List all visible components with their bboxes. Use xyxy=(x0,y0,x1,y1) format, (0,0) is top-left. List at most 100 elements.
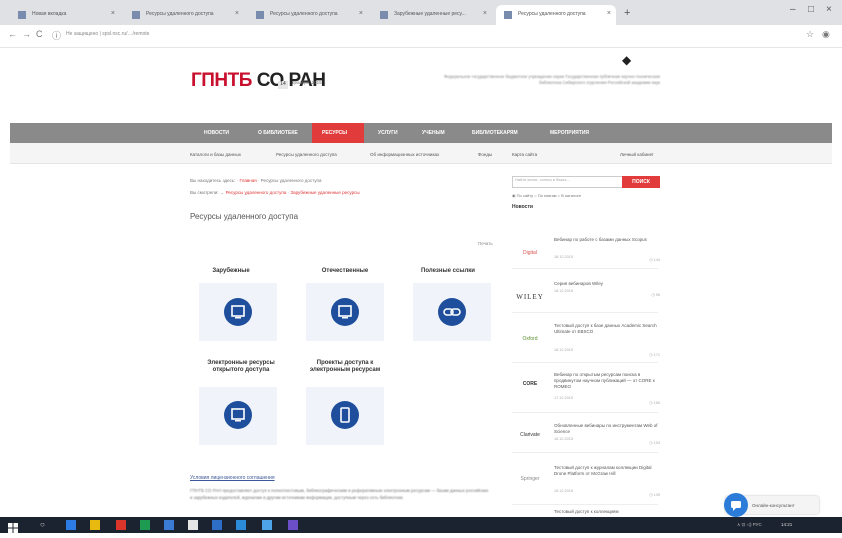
browser-tab-label: Новая вкладка xyxy=(32,11,67,17)
date-day: 14 xyxy=(278,81,288,89)
news-title[interactable]: Серия вебинаров Wiley xyxy=(554,281,662,287)
forward-button[interactable]: → xyxy=(22,29,31,39)
app-icon[interactable] xyxy=(212,520,222,530)
tile-label-domestic[interactable]: Отечественные xyxy=(300,268,390,275)
divider xyxy=(512,412,658,413)
windows-start-icon[interactable] xyxy=(8,520,18,533)
search-icon[interactable]: ○ xyxy=(40,520,50,530)
close-tab-icon[interactable]: × xyxy=(111,10,115,17)
search-button[interactable]: ПОИСК xyxy=(622,176,660,188)
news-heading: Новости xyxy=(512,204,533,210)
app-icon[interactable] xyxy=(288,520,298,530)
system-tray[interactable]: ∧ ⊡ ◁) РУС xyxy=(737,522,762,528)
news-title[interactable]: Тестовый доступ к журналам коллекции Dig… xyxy=(554,465,662,477)
browser-tab-active[interactable]: Ресурсы удаленного доступа × xyxy=(496,5,616,25)
close-tab-icon[interactable]: × xyxy=(483,10,487,17)
maximize-window-button[interactable]: □ xyxy=(808,4,814,15)
search-input[interactable]: Найти книги, статьи в базах... xyxy=(512,176,623,188)
app-icon[interactable] xyxy=(262,520,272,530)
star-icon[interactable]: ☆ xyxy=(806,29,814,40)
reload-button[interactable]: C xyxy=(36,29,43,39)
description-text: ГПНТБ СО РАН предоставляет доступ к полн… xyxy=(190,488,489,500)
app-icon[interactable] xyxy=(116,520,126,530)
menu-item-events[interactable]: МЕРОПРИЯТИЯ xyxy=(550,130,589,136)
menu-item-services[interactable]: УСЛУГИ xyxy=(378,130,398,136)
windows-taskbar xyxy=(0,517,842,533)
monitor-icon[interactable] xyxy=(224,298,252,326)
submenu-item[interactable]: Об информационных источниках xyxy=(370,152,439,157)
minimize-window-button[interactable]: – xyxy=(790,4,796,15)
news-date: 17.12.2015 xyxy=(554,396,574,400)
browser-tab[interactable]: Ресурсы удаленного доступа × xyxy=(124,5,244,25)
breadcrumb-label: Вы находитесь здесь: xyxy=(190,178,236,183)
menu-item-librarians[interactable]: БИБЛИОТЕКАРЯМ xyxy=(472,130,518,136)
news-views: ◷ 96 xyxy=(651,293,660,297)
news-title[interactable]: Вебинар по работе с базами данных Scopus xyxy=(554,237,662,243)
news-title[interactable]: Обновленные вебинары по инструментам Web… xyxy=(554,423,662,435)
main-menu xyxy=(10,123,832,143)
history-link[interactable]: Ресурсы удаленного доступа xyxy=(226,190,287,195)
back-button[interactable]: ← xyxy=(8,29,17,39)
submenu-item[interactable]: Карта сайта xyxy=(512,152,537,157)
news-title[interactable]: Тестовый доступ к базе данных Academic S… xyxy=(554,323,662,335)
close-tab-icon[interactable]: × xyxy=(359,10,363,17)
new-tab-button[interactable]: + xyxy=(624,7,630,19)
menu-item-about[interactable]: О БИБЛИОТЕКЕ xyxy=(258,130,298,136)
submenu-item[interactable]: Каталоги и базы данных xyxy=(190,152,241,157)
history-breadcrumb: Вы смотрели: → Ресурсы удаленного доступ… xyxy=(190,190,360,195)
submenu-item[interactable]: Фонды xyxy=(478,152,492,157)
file-explorer-icon[interactable] xyxy=(90,520,100,530)
task-view-icon[interactable] xyxy=(66,520,76,530)
profile-icon[interactable]: ◉ xyxy=(822,29,830,40)
accessibility-icon[interactable]: ◆ xyxy=(622,53,631,67)
news-logo: Oxford xyxy=(522,336,538,342)
tile-label-foreign[interactable]: Зарубежные xyxy=(186,268,276,275)
chat-label[interactable]: Онлайн-консультант xyxy=(752,503,795,508)
tile-label-links[interactable]: Полезные ссылки xyxy=(403,268,493,275)
print-link[interactable]: Печать xyxy=(478,241,493,246)
close-window-button[interactable]: × xyxy=(826,4,832,15)
divider xyxy=(512,504,658,505)
tablet-icon[interactable] xyxy=(331,401,359,429)
monitor-icon[interactable] xyxy=(224,401,252,429)
browser-tab[interactable]: Новая вкладка × xyxy=(10,5,120,25)
news-views: ◷ 144 xyxy=(649,258,660,262)
news-logo: CORE xyxy=(522,381,538,387)
news-logo: Springer xyxy=(520,476,540,482)
app-icon[interactable] xyxy=(164,520,174,530)
monitor-icon[interactable] xyxy=(331,298,359,326)
close-tab-icon[interactable]: × xyxy=(607,10,611,17)
browser-tab[interactable]: Зарубежные удаленные ресу... × xyxy=(372,5,492,25)
breadcrumb: Вы находитесь здесь: · Главная · Ресурсы… xyxy=(190,178,322,183)
submenu-item[interactable]: Ресурсы удаленного доступа xyxy=(276,152,337,157)
breadcrumb-link-home[interactable]: Главная xyxy=(240,178,257,183)
browser-tab-label: Зарубежные удаленные ресу... xyxy=(394,11,466,17)
tile-label-access-projects[interactable]: Проекты доступа к электронным ресурсам xyxy=(300,360,390,374)
app-icon[interactable] xyxy=(140,520,150,530)
menu-item-resources[interactable]: РЕСУРСЫ xyxy=(322,130,347,136)
news-date: 16.12.2015 xyxy=(554,437,574,441)
personal-account-link[interactable]: Личный кабинет xyxy=(620,152,654,157)
menu-item-scientists[interactable]: УЧЕНЫМ xyxy=(422,130,445,136)
chat-icon[interactable] xyxy=(724,493,748,517)
history-label: Вы смотрели: xyxy=(190,190,219,195)
taskbar-clock[interactable]: 14:21 xyxy=(781,522,792,527)
app-icon[interactable] xyxy=(236,520,246,530)
news-title[interactable]: Вебинар по открытым ресурсам поиска в пр… xyxy=(554,372,662,390)
news-date: 15.12.2015 xyxy=(554,489,574,493)
news-views: ◷ 165 xyxy=(649,401,660,405)
browser-tab[interactable]: Ресурсы удаленного доступа × xyxy=(248,5,368,25)
history-link[interactable]: Зарубежные удаленные ресурсы xyxy=(290,190,359,195)
close-tab-icon[interactable]: × xyxy=(235,10,239,17)
site-info-icon[interactable]: ⓘ xyxy=(52,29,61,42)
menu-item-news[interactable]: НОВОСТИ xyxy=(204,130,229,136)
link-icon[interactable] xyxy=(438,298,466,326)
url-field[interactable]: Не защищено | spsl.nsc.ru/…/remote xyxy=(66,28,756,43)
news-title[interactable]: Тестовый доступ к коллекциям xyxy=(554,509,662,515)
app-icon[interactable] xyxy=(188,520,198,530)
divider xyxy=(512,312,658,313)
license-agreement-link[interactable]: Условия лицензионного соглашения xyxy=(190,475,275,481)
news-logo: Digital xyxy=(523,250,537,256)
tile-label-open-access[interactable]: Электронные ресурсы открытого доступа xyxy=(196,360,286,374)
search-scope-options[interactable]: ◉ По сайту ○ По книгам ○ В каталоге xyxy=(512,193,581,198)
